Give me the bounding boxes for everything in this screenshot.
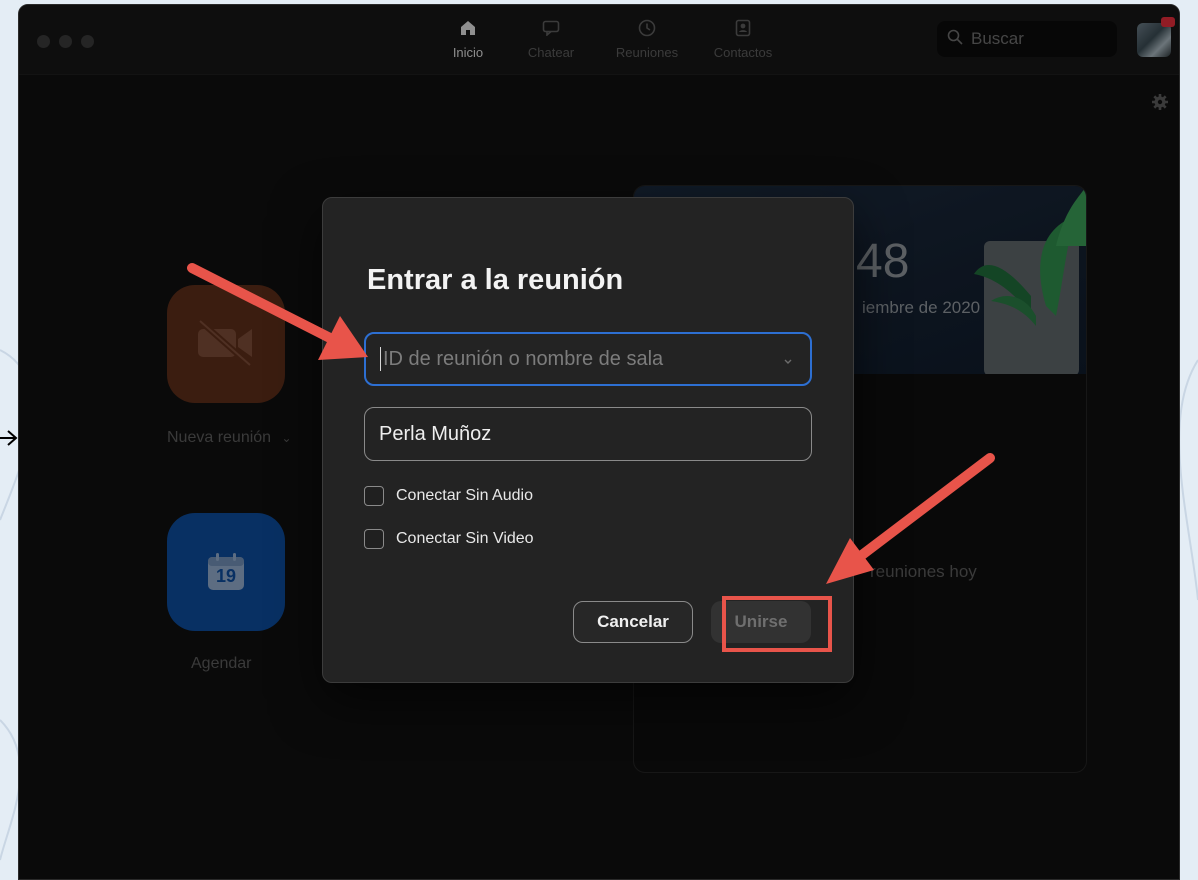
display-name-input[interactable]: Perla Muñoz (364, 407, 812, 461)
chevron-down-icon[interactable] (782, 350, 794, 373)
no-audio-checkbox[interactable]: Conectar Sin Audio (364, 486, 533, 506)
meeting-id-placeholder: ID de reunión o nombre de sala (383, 347, 664, 370)
meeting-id-input[interactable]: ID de reunión o nombre de sala (364, 332, 812, 386)
no-video-label: Conectar Sin Video (396, 530, 534, 547)
display-name-value: Perla Muñoz (379, 422, 492, 445)
no-video-checkbox[interactable]: Conectar Sin Video (364, 529, 534, 549)
checkbox-box[interactable] (364, 486, 384, 506)
cancel-button[interactable]: Cancelar (573, 601, 693, 643)
checkbox-box[interactable] (364, 529, 384, 549)
join-button-highlight (722, 596, 832, 652)
no-audio-label: Conectar Sin Audio (396, 487, 533, 504)
text-cursor (380, 347, 381, 371)
dialog-title: Entrar a la reunión (367, 264, 624, 296)
